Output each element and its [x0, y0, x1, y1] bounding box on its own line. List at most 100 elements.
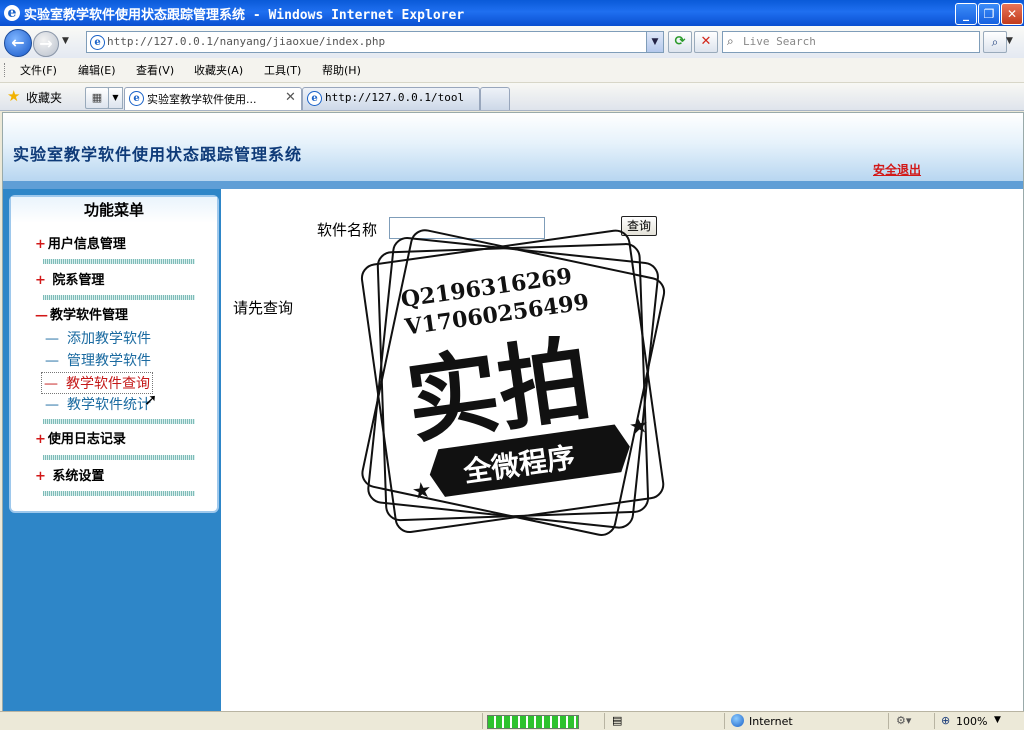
search-options-dropdown-icon[interactable]: ▼ — [1006, 31, 1018, 51]
zoom-dropdown-icon[interactable]: ▼ — [994, 715, 1001, 725]
logout-link[interactable]: 安全退出 — [873, 161, 921, 178]
title-bar: e 实验室教学软件使用状态跟踪管理系统 - Windows Internet E… — [0, 0, 1024, 26]
menu-group-label: 用户信息管理 — [47, 237, 126, 252]
menu-group-software[interactable]: — 教学软件管理 — [35, 304, 128, 323]
menu-item-label: 教学软件查询 — [66, 376, 150, 392]
search-icon: ⌕ — [727, 34, 734, 48]
banner-stripe — [3, 181, 1023, 189]
menu-item-software-stats[interactable]: — 教学软件统计 — [45, 394, 151, 414]
grid-icon: ▦ — [91, 91, 103, 104]
protected-mode-icon[interactable]: ⚙▾ — [896, 714, 911, 727]
arrow-left-icon: ← — [11, 33, 25, 52]
menu-divider — [43, 295, 195, 300]
menu-group-system-settings[interactable]: + 系统设置 — [35, 465, 104, 484]
status-divider — [724, 713, 725, 729]
page-icon: e — [90, 35, 105, 50]
menu-header: 功能菜单 — [11, 197, 217, 223]
address-field[interactable]: e http://127.0.0.1/nanyang/jiaoxue/index… — [86, 31, 664, 53]
tab-list-dropdown-icon[interactable]: ▼ — [108, 87, 123, 109]
tab-label: http://127.0.0.1/tools... — [325, 91, 465, 104]
menu-group-user-info[interactable]: + 用户信息管理 — [35, 233, 126, 252]
expand-marker: + — [35, 469, 46, 484]
history-dropdown-icon[interactable]: ▼ — [62, 36, 69, 46]
expand-marker: + — [35, 432, 46, 447]
tab-close-icon[interactable]: ✕ — [285, 90, 296, 105]
expand-marker: + — [35, 273, 46, 288]
search-placeholder: Live Search — [743, 35, 816, 48]
item-dash: — — [45, 331, 59, 347]
mouse-pointer-icon: ➚ — [144, 390, 158, 409]
close-button[interactable]: ✕ — [1001, 3, 1023, 25]
menu-view[interactable]: 查看(V) — [136, 62, 174, 78]
menu-item-add-software[interactable]: — 添加教学软件 — [45, 328, 151, 348]
watermark-stamp: Q2196316269 V17060256499 实拍 全微程序 ★ ★ — [360, 229, 666, 536]
status-divider — [934, 713, 935, 729]
site-banner: 实验室教学软件使用状态跟踪管理系统 安全退出 — [3, 113, 1023, 189]
zoom-level[interactable]: 100% — [956, 715, 987, 728]
back-button[interactable]: ← — [4, 29, 32, 57]
menu-favorites[interactable]: 收藏夹(A) — [194, 62, 243, 78]
stop-icon: ✕ — [700, 34, 712, 49]
collapse-marker: — — [35, 308, 48, 323]
menu-group-label: 使用日志记录 — [47, 432, 126, 447]
maximize-button[interactable]: ❐ — [978, 3, 1000, 25]
menu-edit[interactable]: 编辑(E) — [78, 62, 116, 78]
minimize-button[interactable]: _ — [955, 3, 977, 25]
menu-group-label: 系统设置 — [47, 469, 105, 484]
menu-item-label: 教学软件统计 — [67, 397, 151, 413]
status-bar: ▤ Internet ⚙▾ ⊕ 100% ▼ — [0, 711, 1024, 730]
status-divider — [482, 713, 483, 729]
menu-group-departments[interactable]: + 院系管理 — [35, 269, 104, 288]
tab-inactive[interactable]: e http://127.0.0.1/tools... — [302, 87, 480, 110]
address-toolbar: ← → ▼ e http://127.0.0.1/nanyang/jiaoxue… — [0, 26, 1024, 58]
menu-file[interactable]: 文件(F) — [20, 62, 57, 78]
menu-divider — [43, 455, 195, 460]
internet-globe-icon — [731, 714, 744, 727]
security-zone[interactable]: Internet — [749, 715, 793, 728]
expand-marker: + — [35, 237, 46, 252]
menu-group-label: 院系管理 — [47, 273, 105, 288]
item-dash: — — [44, 376, 58, 392]
new-tab-button[interactable] — [480, 87, 510, 110]
menu-item-label: 管理教学软件 — [67, 353, 151, 369]
favorites-star-icon[interactable]: ★ — [7, 87, 20, 105]
left-sidebar: 功能菜单 + 用户信息管理 + 院系管理 — 教学软件管理 — 添加教学软件 — 管理教… — [3, 189, 221, 711]
toolbar-grip — [4, 63, 7, 77]
stop-button[interactable]: ✕ — [694, 31, 718, 53]
menu-tools[interactable]: 工具(T) — [264, 62, 301, 78]
tab-active[interactable]: e 实验室教学软件使用... ✕ — [124, 87, 302, 110]
ie-logo-icon: e — [4, 5, 20, 21]
arrow-right-icon: → — [39, 34, 53, 53]
quick-tabs-button[interactable]: ▦ — [85, 87, 109, 109]
refresh-icon: ⟳ — [674, 34, 686, 49]
site-title: 实验室教学软件使用状态跟踪管理系统 — [13, 145, 303, 164]
menu-group-label: 教学软件管理 — [50, 308, 129, 323]
item-dash: — — [45, 353, 59, 369]
search-input[interactable]: ⌕ Live Search — [722, 31, 980, 53]
menu-group-usage-logs[interactable]: + 使用日志记录 — [35, 428, 126, 447]
menu-divider — [43, 491, 195, 496]
menu-divider — [43, 419, 195, 424]
menu-bar: 文件(F) 编辑(E) 查看(V) 收藏夹(A) 工具(T) 帮助(H) — [0, 58, 1024, 83]
menu-divider — [43, 259, 195, 264]
status-divider — [888, 713, 889, 729]
menu-help[interactable]: 帮助(H) — [322, 62, 361, 78]
address-url[interactable]: http://127.0.0.1/nanyang/jiaoxue/index.p… — [107, 35, 385, 48]
tab-label: 实验室教学软件使用... — [147, 93, 257, 106]
menu-item-manage-software[interactable]: — 管理教学软件 — [45, 350, 151, 370]
ie-page-icon: e — [307, 91, 322, 106]
item-dash: — — [45, 397, 59, 413]
address-dropdown-icon[interactable]: ▼ — [646, 32, 663, 52]
magnifier-icon: ⌕ — [991, 35, 999, 49]
tab-bar: ★ 收藏夹 ▦ ▼ e 实验室教学软件使用... ✕ e http://127.… — [0, 83, 1024, 111]
favorites-label[interactable]: 收藏夹 — [26, 89, 62, 106]
page-load-progress — [487, 715, 579, 729]
window-title: 实验室教学软件使用状态跟踪管理系统 - Windows Internet Exp… — [24, 8, 465, 23]
zoom-icon[interactable]: ⊕ — [941, 714, 950, 727]
menu-item-query-software[interactable]: — 教学软件查询 — [41, 372, 153, 394]
page-status-icon: ▤ — [612, 714, 623, 727]
forward-button[interactable]: → — [33, 31, 59, 57]
refresh-button[interactable]: ⟳ — [668, 31, 692, 53]
search-button[interactable]: ⌕ — [983, 31, 1007, 53]
ie-page-icon: e — [129, 91, 144, 106]
